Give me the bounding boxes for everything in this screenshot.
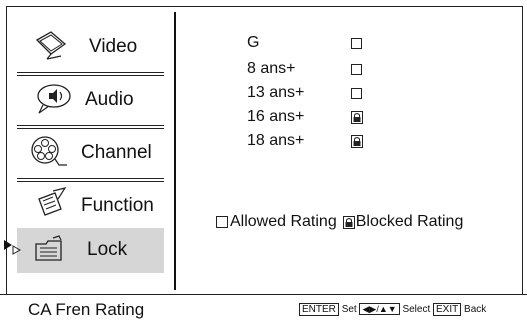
sidebar-item-label: Video <box>89 36 138 57</box>
rating-label: G <box>247 34 260 51</box>
audio-icon <box>37 84 71 114</box>
rating-label: 8 ans+ <box>247 60 296 77</box>
enter-key-icon: ENTER <box>299 303 339 316</box>
rating-label: 13 ans+ <box>247 84 305 101</box>
separator <box>17 181 164 182</box>
exit-key-icon: EXIT <box>433 303 462 316</box>
rating-row-13[interactable]: 13 ans+ <box>247 84 387 106</box>
sidebar-item-label: Function <box>81 195 154 216</box>
separator <box>17 72 164 73</box>
rating-row-16[interactable]: 16 ans+ <box>247 108 387 130</box>
sidebar-item-channel[interactable]: Channel <box>17 130 164 182</box>
rating-legend: Allowed Rating Blocked Rating <box>216 213 463 231</box>
sidebar-item-audio[interactable]: Audio <box>17 77 164 129</box>
rating-label: 16 ans+ <box>247 108 305 125</box>
allowed-checkbox-icon[interactable] <box>351 64 362 75</box>
back-hint-label: Back <box>464 304 487 315</box>
sidebar-item-label: Audio <box>85 89 134 110</box>
sidebar-item-function[interactable]: Function <box>17 183 164 235</box>
rating-label: 18 ans+ <box>247 132 305 149</box>
separator <box>17 178 164 179</box>
sidebar-item-label: Channel <box>81 142 152 163</box>
select-hint-label: Select <box>402 304 431 315</box>
allowed-box-icon <box>216 216 228 228</box>
channel-icon <box>31 136 67 166</box>
lock-folder-icon <box>35 235 62 261</box>
sidebar-item-video[interactable]: Video <box>17 24 164 76</box>
page-title: CA Fren Rating <box>28 300 145 319</box>
blocked-lock-icon <box>342 215 355 229</box>
allowed-checkbox-icon[interactable] <box>351 88 362 99</box>
separator <box>17 75 164 76</box>
legend-blocked-label: Blocked Rating <box>355 213 464 230</box>
function-icon <box>38 187 67 216</box>
separator <box>17 128 164 129</box>
status-bar: CA Fren Rating ENTER Set ◀▶/▲▼ Select EX… <box>0 294 527 323</box>
key-hints: ENTER Set ◀▶/▲▼ Select EXIT Back <box>299 303 487 316</box>
arrow-keys-icon: ◀▶/▲▼ <box>359 303 400 315</box>
video-icon <box>35 31 67 60</box>
separator <box>17 125 164 126</box>
sidebar-item-lock[interactable]: Lock <box>4 228 164 273</box>
menu-divider <box>174 12 176 290</box>
sidebar-item-label: Lock <box>87 239 128 260</box>
blocked-lock-icon[interactable] <box>351 111 363 124</box>
allowed-checkbox-icon[interactable] <box>351 38 362 49</box>
legend-allowed-label: Allowed Rating <box>230 213 337 230</box>
blocked-lock-icon[interactable] <box>351 135 363 148</box>
enter-hint-label: Set <box>341 304 357 315</box>
sidebar: Video Audio Channel Function Lock <box>4 6 166 293</box>
rating-row-g[interactable]: G <box>247 34 387 56</box>
rating-row-18[interactable]: 18 ans+ <box>247 132 387 154</box>
rating-row-8[interactable]: 8 ans+ <box>247 60 387 82</box>
